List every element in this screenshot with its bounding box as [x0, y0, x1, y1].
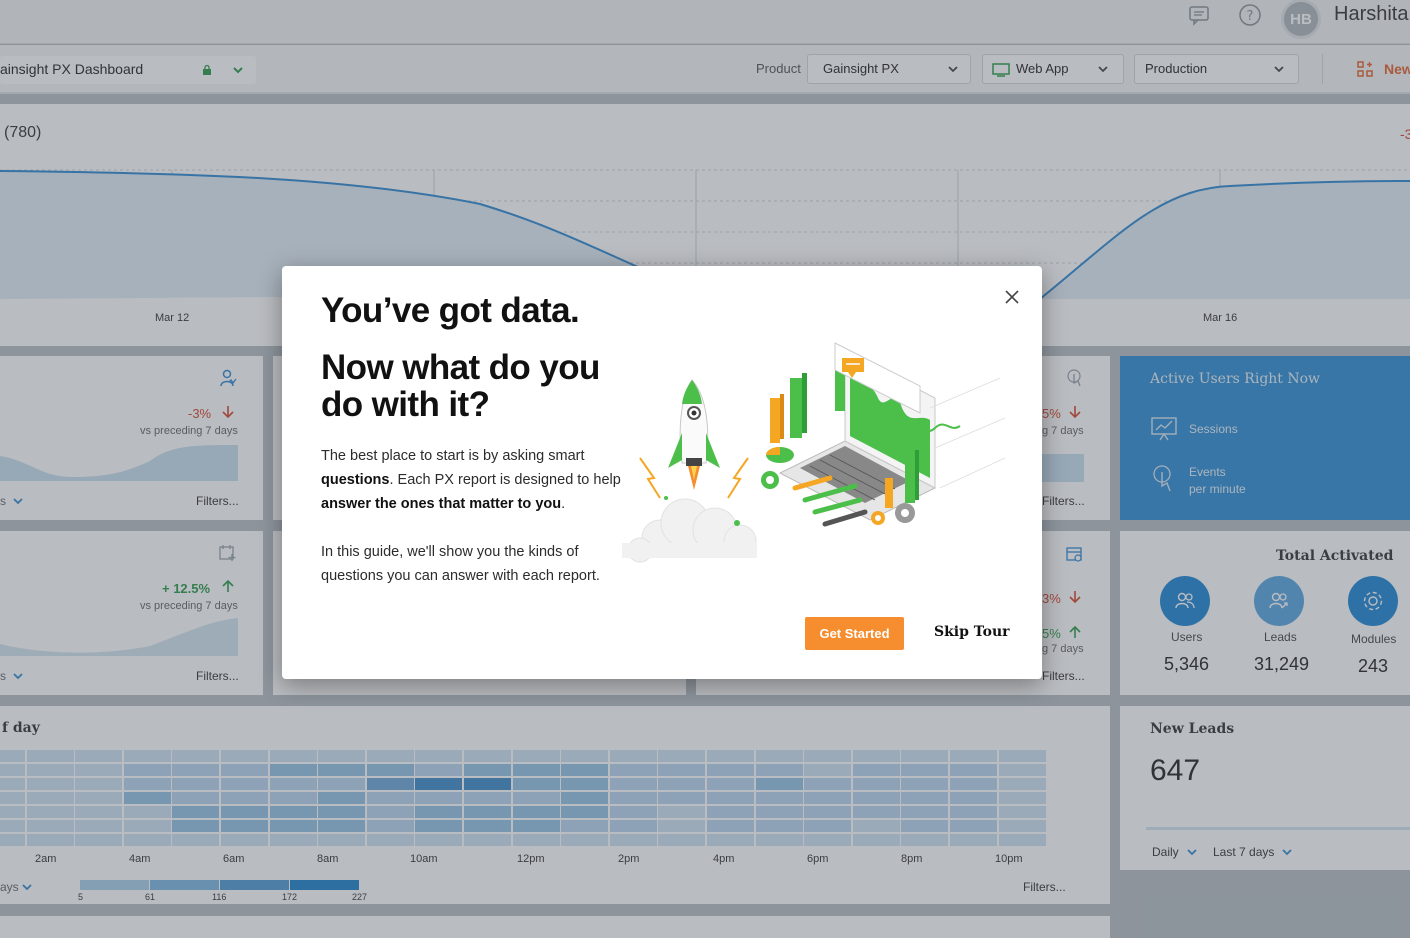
modal-paragraph: In this guide, we'll show you the kinds …: [321, 544, 600, 584]
close-icon[interactable]: [1000, 285, 1024, 309]
modal-subtitle: Now what do you do with it?: [321, 348, 600, 424]
emphasis: questions: [321, 472, 390, 488]
text: . Each PX report is designed to help: [389, 472, 621, 488]
modal-title: You’ve got data.: [321, 291, 580, 330]
text: .: [561, 496, 566, 512]
modal-paragraph: The best place to start is by asking sma…: [321, 444, 631, 516]
text: The best place to start is by asking sma…: [321, 448, 585, 464]
welcome-tour-modal: You’ve got data. Now what do you do with…: [282, 266, 1042, 679]
rocket-analytics-illustration: [622, 342, 1006, 563]
skip-tour-button[interactable]: Skip Tour: [934, 624, 1010, 640]
emphasis: answer the ones that matter to you: [321, 496, 562, 512]
modal-body: The best place to start is by asking sma…: [321, 444, 631, 588]
get-started-button[interactable]: Get Started: [805, 617, 904, 650]
